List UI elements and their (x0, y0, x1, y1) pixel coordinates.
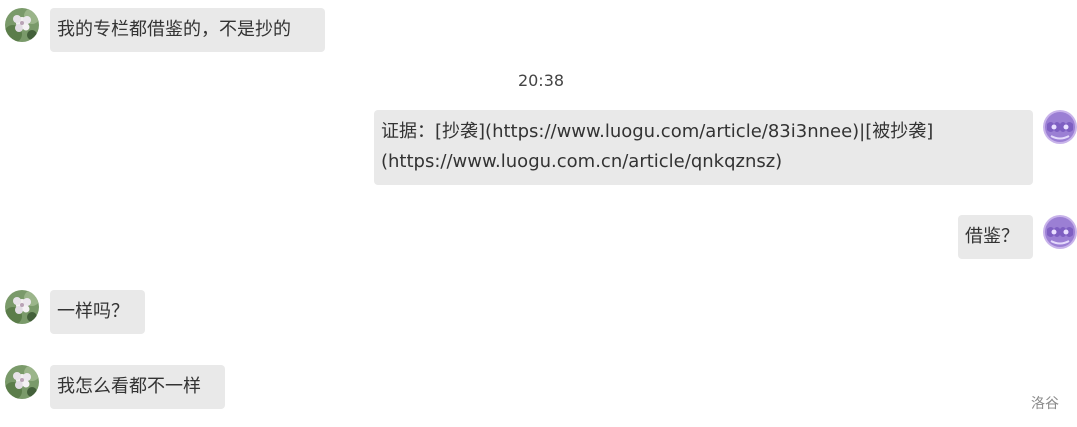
message-bubble: 一样吗？ (50, 290, 145, 334)
watermark: 洛谷 (1031, 396, 1059, 412)
flower-avatar-icon[interactable] (5, 8, 39, 42)
flower-avatar-icon[interactable] (5, 290, 39, 324)
purple-avatar-icon[interactable] (1043, 110, 1077, 144)
message-bubble: 借鉴？ (958, 215, 1033, 259)
purple-avatar-icon[interactable] (1043, 215, 1077, 249)
message-bubble: 证据：[抄袭](https://www.luogu.com/article/83… (374, 110, 1033, 185)
message-text: 一样吗？ (57, 301, 129, 322)
message-text: 我的专栏都借鉴的，不是抄的 (57, 19, 291, 40)
message-text: 借鉴？ (965, 226, 1019, 247)
timestamp: 20:38 (517, 71, 565, 90)
message-text: 我怎么看都不一样 (57, 376, 201, 397)
message-text-line: 证据：[抄袭](https://www.luogu.com/article/83… (381, 121, 934, 142)
flower-avatar-icon[interactable] (5, 365, 39, 399)
message-text-line: (https://www.luogu.com.cn/article/qnkqzn… (381, 151, 783, 172)
message-bubble: 我怎么看都不一样 (50, 365, 225, 409)
message-bubble: 我的专栏都借鉴的，不是抄的 (50, 8, 325, 52)
